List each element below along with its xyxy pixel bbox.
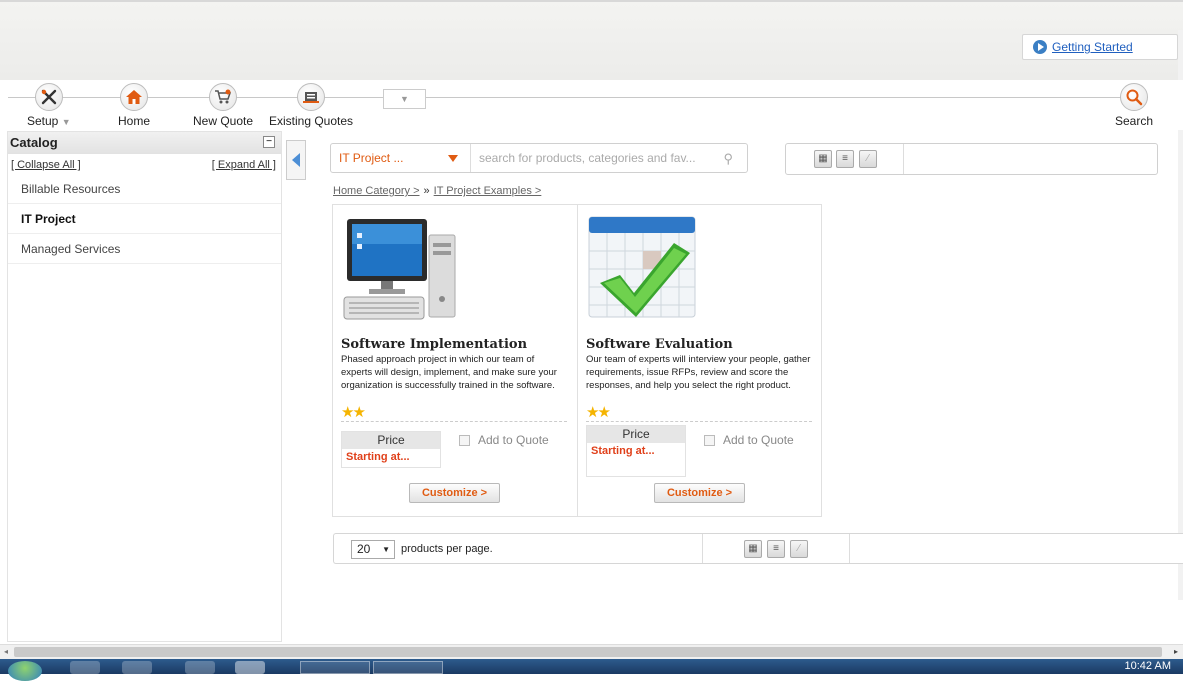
product-card: Software Implementation Phased approach …: [333, 205, 578, 516]
catalog-header: Catalog −: [8, 132, 281, 154]
taskbar-app-icon[interactable]: [235, 661, 265, 674]
product-description: Phased approach project in which our tea…: [341, 354, 557, 391]
add-to-quote-label: Add to Quote: [478, 433, 549, 447]
nav-new-quote-label: New Quote: [193, 114, 254, 128]
top-banner: Getting Started: [0, 0, 1183, 80]
compare-view-icon[interactable]: ⁄: [859, 150, 877, 168]
grid-view-icon[interactable]: ▦: [744, 540, 762, 558]
sidebar-item-billable-resources[interactable]: Billable Resources: [8, 174, 281, 204]
play-circle-icon: [1033, 40, 1047, 54]
chevron-down-icon[interactable]: ▼: [62, 117, 71, 127]
taskbar-browser-icon[interactable]: [122, 661, 152, 674]
price-box: Price Starting at...: [341, 431, 441, 468]
view-bar-divider: [903, 144, 904, 174]
taskbar-app-icon[interactable]: [185, 661, 215, 674]
collapse-panel-icon[interactable]: −: [263, 136, 275, 148]
customize-button[interactable]: Customize >: [654, 483, 745, 503]
search-bar: IT Project ... ⚲: [330, 143, 748, 173]
sidebar-toggle-button[interactable]: [286, 140, 306, 180]
price-box: Price Starting at...: [586, 425, 686, 477]
product-description: Our team of experts will interview your …: [586, 354, 811, 391]
sidebar-item-it-project[interactable]: IT Project: [8, 204, 281, 234]
taskbar-window-button[interactable]: [373, 661, 443, 674]
main-nav: Setup ▼ Home New Quote Existing Quotes ▼…: [0, 80, 1183, 130]
os-taskbar: 10:42 AM: [0, 659, 1183, 681]
view-options-bar: ▦ ≡ ⁄: [785, 143, 1158, 175]
add-to-quote-checkbox[interactable]: [704, 434, 715, 446]
collapse-all-link[interactable]: [ Collapse All ]: [11, 159, 81, 171]
taskbar-window-button[interactable]: [300, 661, 370, 674]
nav-home-label: Home: [118, 114, 151, 128]
scroll-right-icon[interactable]: ▸: [1174, 647, 1178, 656]
breadcrumb-current-link[interactable]: IT Project Examples >: [434, 185, 542, 197]
pager-divider: [849, 534, 850, 563]
product-title[interactable]: Software Implementation: [341, 337, 527, 352]
nav-new-quote[interactable]: New Quote: [193, 83, 253, 128]
computer-icon: [341, 213, 459, 333]
search-icon[interactable]: ⚲: [723, 151, 733, 167]
calendar-checkmark-icon: [586, 213, 704, 333]
product-card: Software Evaluation Our team of experts …: [577, 205, 822, 516]
card-divider: [586, 421, 812, 422]
scroll-left-icon[interactable]: ◂: [4, 647, 8, 656]
add-to-quote-checkbox[interactable]: [459, 434, 470, 446]
category-select-value: IT Project ...: [339, 151, 404, 165]
compare-view-icon[interactable]: ⁄: [790, 540, 808, 558]
catalog-title: Catalog: [10, 135, 58, 150]
price-value: Starting at...: [591, 445, 655, 457]
nav-search-label: Search: [1115, 114, 1154, 128]
horizontal-scrollbar[interactable]: ◂ ▸: [0, 644, 1183, 659]
price-label: Price: [342, 432, 440, 449]
catalog-sidebar: Catalog − [ Collapse All ] [ Expand All …: [7, 131, 282, 642]
pagination-bar: 20 products per page. ▦ ≡ ⁄: [333, 533, 1183, 564]
per-page-label: products per page.: [401, 543, 493, 555]
getting-started-link[interactable]: Getting Started: [1052, 40, 1133, 54]
add-to-quote[interactable]: Add to Quote: [704, 433, 794, 447]
nav-setup-label: Setup: [27, 114, 59, 128]
cart-icon: [209, 83, 238, 111]
nav-search[interactable]: Search: [1115, 83, 1153, 128]
card-divider: [341, 421, 567, 422]
product-grid: Software Implementation Phased approach …: [332, 204, 822, 517]
expand-all-link[interactable]: [ Expand All ]: [212, 159, 276, 171]
nav-home[interactable]: Home: [118, 83, 150, 128]
magnifier-icon: [1120, 83, 1149, 111]
breadcrumb: Home Category >» IT Project Examples >: [333, 185, 541, 197]
breadcrumb-home-link[interactable]: Home Category >: [333, 185, 420, 197]
add-to-quote-label: Add to Quote: [723, 433, 794, 447]
price-value: Starting at...: [346, 451, 410, 463]
start-button-icon[interactable]: [8, 661, 42, 681]
list-view-icon[interactable]: ≡: [767, 540, 785, 558]
grid-view-icon[interactable]: ▦: [814, 150, 832, 168]
add-to-quote[interactable]: Add to Quote: [459, 433, 549, 447]
star-rating-icon: ★★: [341, 404, 366, 421]
tools-icon: [34, 83, 63, 111]
cart-list-icon: [297, 83, 326, 111]
per-page-select[interactable]: 20: [351, 540, 395, 559]
breadcrumb-separator: »: [423, 185, 430, 197]
taskbar-folder-icon[interactable]: [70, 661, 100, 674]
pager-divider: [702, 534, 703, 563]
nav-existing-quotes-label: Existing Quotes: [269, 114, 354, 128]
scrollbar-thumb[interactable]: [14, 647, 1162, 657]
getting-started-button[interactable]: Getting Started: [1022, 34, 1178, 60]
star-rating-icon: ★★: [586, 404, 611, 421]
search-input[interactable]: [477, 148, 715, 168]
home-icon: [120, 83, 148, 111]
list-view-icon[interactable]: ≡: [836, 150, 854, 168]
tree-controls: [ Collapse All ] [ Expand All ]: [8, 154, 281, 174]
chevron-down-icon: [448, 155, 458, 162]
nav-divider-line: [8, 97, 1148, 98]
taskbar-clock: 10:42 AM: [1124, 660, 1171, 672]
customize-button[interactable]: Customize >: [409, 483, 500, 503]
nav-setup[interactable]: Setup ▼: [27, 83, 71, 128]
category-select[interactable]: IT Project ...: [331, 144, 471, 172]
chevron-down-icon: ▼: [400, 94, 409, 104]
nav-more-dropdown[interactable]: ▼: [383, 89, 426, 109]
price-label: Price: [587, 426, 685, 443]
sidebar-item-managed-services[interactable]: Managed Services: [8, 234, 281, 264]
product-title[interactable]: Software Evaluation: [586, 337, 733, 352]
nav-existing-quotes[interactable]: Existing Quotes: [269, 83, 353, 128]
